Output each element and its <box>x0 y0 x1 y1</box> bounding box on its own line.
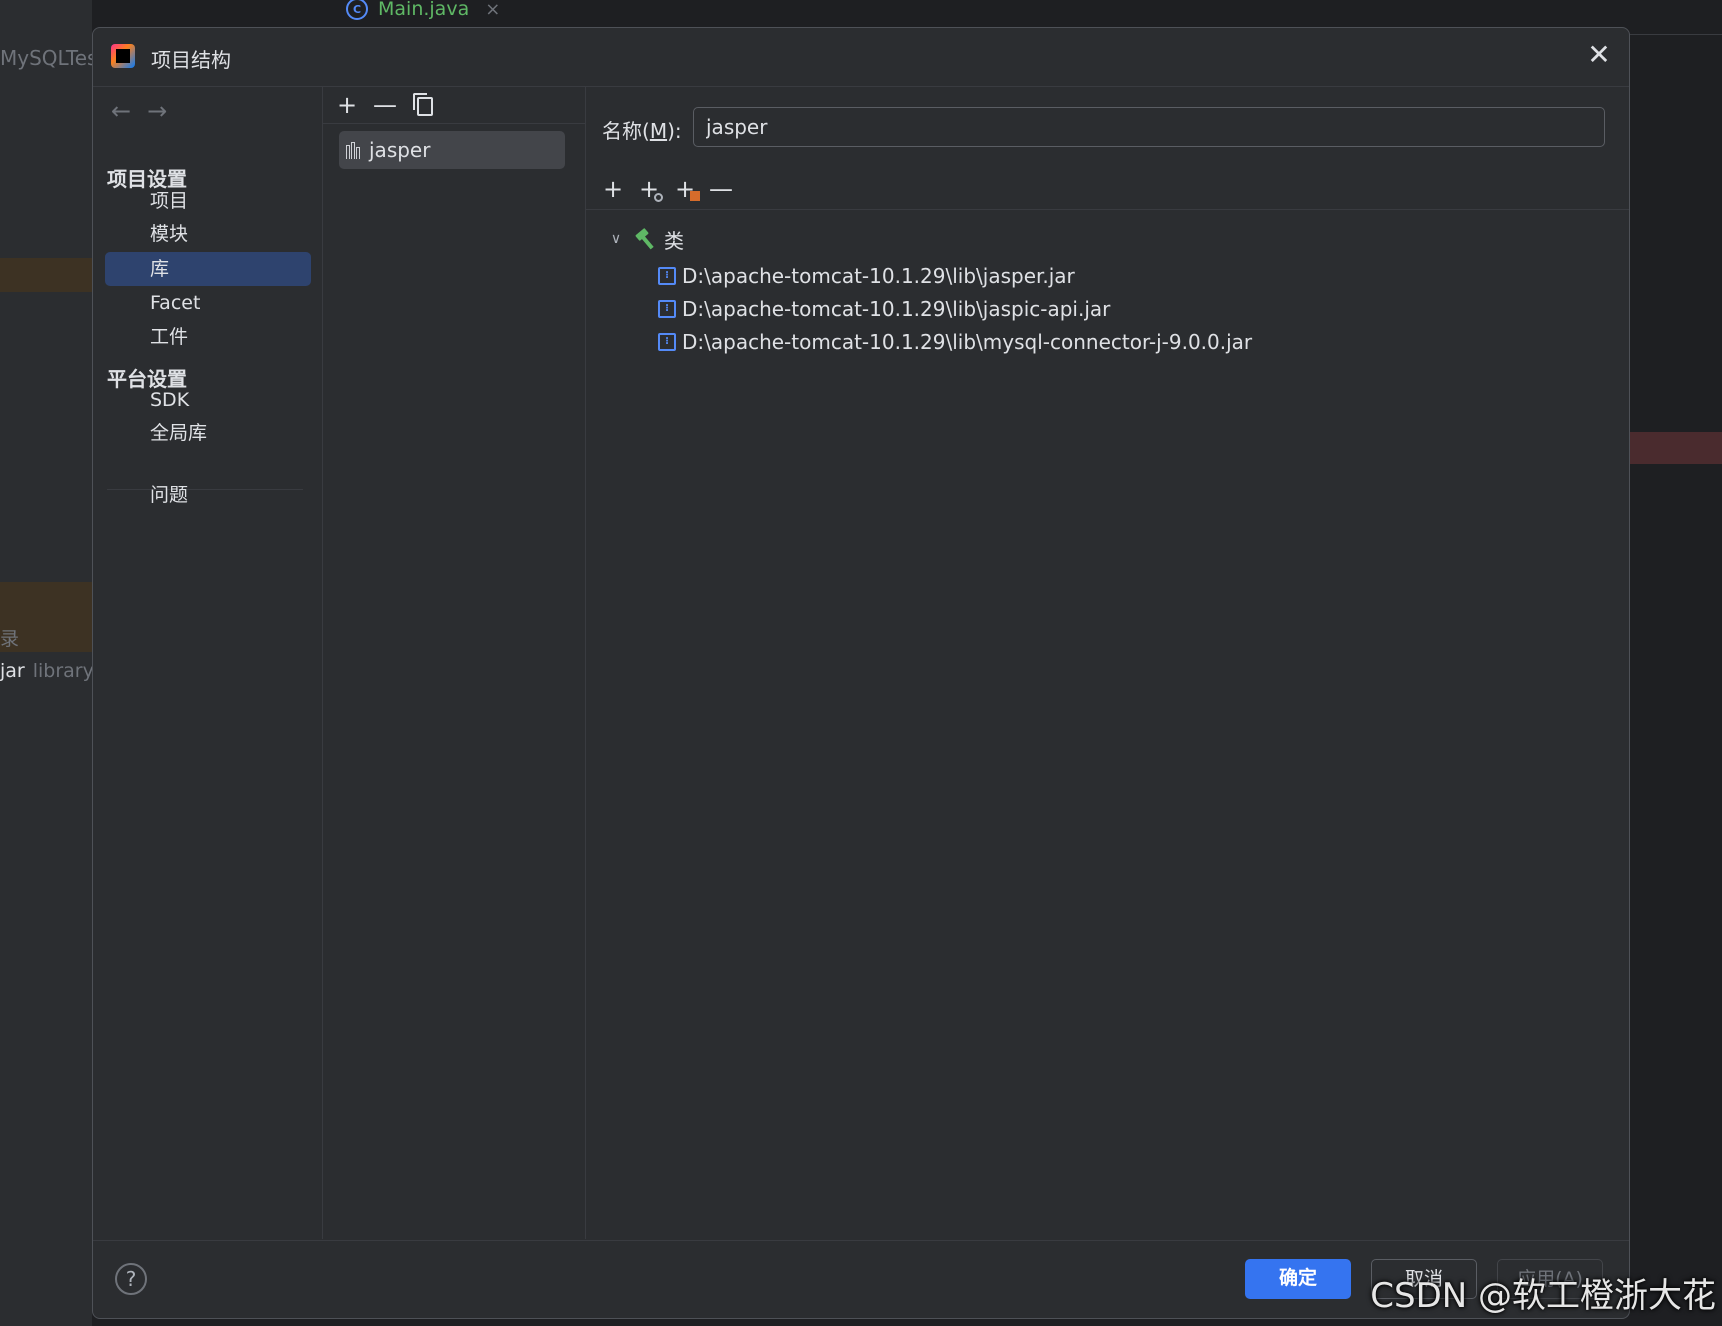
help-button[interactable]: ? <box>115 1263 147 1295</box>
remove-library-button[interactable]: — <box>371 91 399 119</box>
add-maven-root-button[interactable]: + <box>634 175 664 203</box>
forward-arrow-icon[interactable]: → <box>147 97 167 125</box>
add-library-button[interactable]: + <box>333 91 361 119</box>
highlight-row <box>0 258 92 292</box>
hammer-icon <box>634 227 656 250</box>
dialog-title: 项目结构 <box>151 48 231 72</box>
library-list-pane: + — jasper <box>323 87 586 1239</box>
dialog-titlebar: 项目结构 ✕ <box>93 28 1629 87</box>
sidebar-item-global-libraries[interactable]: 全局库 <box>105 416 311 450</box>
editor-tab-main-java[interactable]: C Main.java × <box>346 0 500 26</box>
tree-row-jar[interactable]: ⁝ D:\apache-tomcat-10.1.29\lib\mysql-con… <box>658 326 1252 358</box>
row-text: jar <box>0 660 25 682</box>
tab-close-icon[interactable]: × <box>485 0 500 20</box>
add-root-button[interactable]: + <box>598 175 628 203</box>
back-arrow-icon[interactable]: ← <box>111 97 131 125</box>
name-field-label: 名称(M): <box>602 119 682 143</box>
panel-row-fragment: jar library <box>0 660 94 682</box>
close-button[interactable]: ✕ <box>1583 40 1615 72</box>
ok-button[interactable]: 确定 <box>1245 1259 1351 1299</box>
library-list-toolbar: + — <box>323 87 585 124</box>
library-list-item[interactable]: jasper <box>339 131 565 169</box>
copy-library-button[interactable] <box>409 91 437 119</box>
settings-sidebar: ← → 项目设置 项目 模块 库 Facet 工件 平台设置 SDK 全局库 问… <box>93 87 323 1239</box>
panel-text-fragment: 录 <box>0 628 20 650</box>
gear-badge-icon <box>654 193 663 202</box>
jar-path: D:\apache-tomcat-10.1.29\lib\jaspic-api.… <box>682 297 1111 321</box>
library-detail-pane: 名称(M): + + + — ∨ 类 ⁝ D:\apache-tomcat-10… <box>586 87 1629 1239</box>
sidebar-item-modules[interactable]: 模块 <box>105 217 311 251</box>
sidebar-item-project[interactable]: 项目 <box>105 184 311 218</box>
nav-arrows: ← → <box>111 97 167 125</box>
chevron-down-icon[interactable]: ∨ <box>606 231 626 247</box>
row-muted-text: library <box>32 660 94 682</box>
java-class-icon: C <box>346 0 368 20</box>
project-structure-dialog: 项目结构 ✕ ← → 项目设置 项目 模块 库 Facet 工件 平台设置 SD… <box>92 27 1630 1319</box>
library-roots-toolbar: + + + — <box>586 169 1629 210</box>
library-icon <box>345 141 363 159</box>
sidebar-item-artifacts[interactable]: 工件 <box>105 320 311 354</box>
remove-root-button[interactable]: — <box>706 175 736 203</box>
library-name-input[interactable] <box>693 107 1605 147</box>
sidebar-item-problems[interactable]: 问题 <box>105 478 311 512</box>
error-highlight <box>1628 432 1722 464</box>
sidebar-item-libraries[interactable]: 库 <box>105 252 311 286</box>
jar-path: D:\apache-tomcat-10.1.29\lib\jasper.jar <box>682 264 1075 288</box>
library-item-label: jasper <box>369 138 431 162</box>
ide-project-panel: MySQLTes 录 jar library <box>0 0 97 1326</box>
sidebar-item-sdk[interactable]: SDK <box>105 383 311 417</box>
jar-file-icon: ⁝ <box>658 333 676 351</box>
intellij-logo-icon <box>111 44 135 68</box>
tree-row-jar[interactable]: ⁝ D:\apache-tomcat-10.1.29\lib\jaspic-ap… <box>658 293 1110 325</box>
copy-icon <box>413 93 433 116</box>
jar-path: D:\apache-tomcat-10.1.29\lib\mysql-conne… <box>682 330 1253 354</box>
tree-row-jar[interactable]: ⁝ D:\apache-tomcat-10.1.29\lib\jasper.ja… <box>658 260 1075 292</box>
sidebar-item-facets[interactable]: Facet <box>105 286 311 320</box>
folder-badge-icon <box>690 191 700 201</box>
tree-node-label: 类 <box>664 228 684 253</box>
jar-file-icon: ⁝ <box>658 300 676 318</box>
add-attached-root-button[interactable]: + <box>670 175 700 203</box>
tab-label: Main.java <box>378 0 470 20</box>
jar-file-icon: ⁝ <box>658 267 676 285</box>
classes-tree-node[interactable]: ∨ 类 <box>606 224 684 254</box>
project-name-fragment: MySQLTes <box>0 46 98 70</box>
watermark: CSDN @软工橙浙大花 <box>1370 1276 1716 1316</box>
